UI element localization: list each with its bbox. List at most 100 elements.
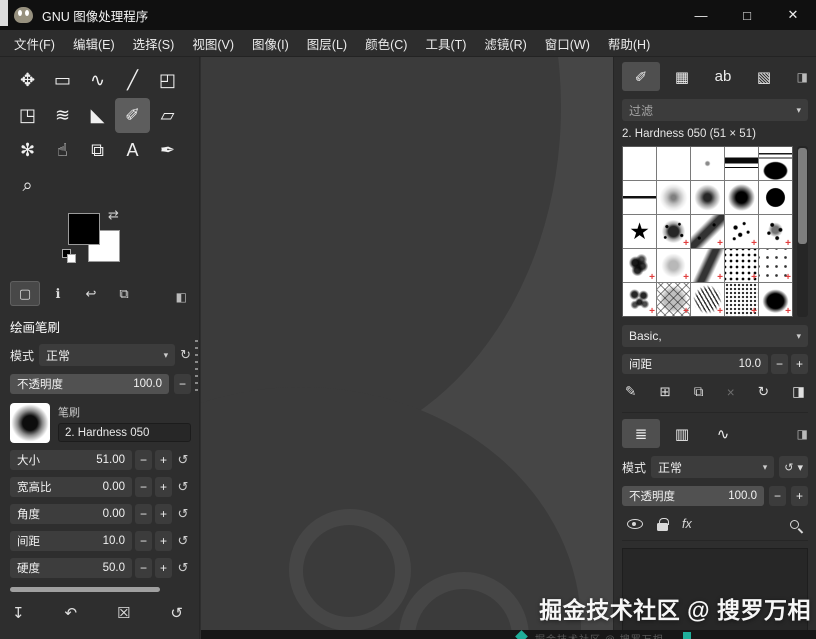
horizontal-scrollbar[interactable] <box>10 587 191 592</box>
duplicate-brush-button[interactable]: ⧉ <box>694 384 704 400</box>
reset-tool-button[interactable]: ↺ <box>170 604 183 622</box>
warp-tool[interactable]: ≋ <box>45 98 80 133</box>
tab-fonts[interactable]: ab <box>704 62 742 91</box>
reset-option-button[interactable]: ↺ <box>175 533 191 549</box>
brush-item[interactable] <box>725 215 758 248</box>
brush-item[interactable] <box>759 215 792 248</box>
brush-item[interactable] <box>725 181 758 214</box>
increment-button[interactable]: + <box>155 477 172 497</box>
decrement-button[interactable]: − <box>135 477 152 497</box>
brush-item[interactable] <box>623 181 656 214</box>
menu-item[interactable]: 图层(L) <box>298 30 356 57</box>
scrollbar-thumb[interactable] <box>798 148 807 244</box>
layer-effects-button[interactable]: fx <box>682 517 692 531</box>
increment-button[interactable]: + <box>155 558 172 578</box>
mode-reset-button[interactable]: ↻ <box>180 347 191 363</box>
menu-item[interactable]: 编辑(E) <box>64 30 124 57</box>
brush-item[interactable] <box>759 283 792 316</box>
clone-tool[interactable]: ⧉ <box>80 133 115 168</box>
menu-item[interactable]: 文件(F) <box>5 30 64 57</box>
brush-preview[interactable] <box>10 403 50 443</box>
decrement-button[interactable]: − <box>135 558 152 578</box>
menu-item[interactable]: 帮助(H) <box>599 30 659 57</box>
increment-button[interactable]: + <box>155 504 172 524</box>
crop-tool[interactable]: ◰ <box>150 63 185 98</box>
brush-item[interactable] <box>657 283 690 316</box>
vertical-scrollbar[interactable] <box>797 146 808 317</box>
brush-item[interactable] <box>691 283 724 316</box>
restore-preset-button[interactable]: ↶ <box>65 604 78 622</box>
brush-spacing-slider[interactable]: 间距 10.0 <box>622 354 768 374</box>
brush-item[interactable] <box>623 249 656 282</box>
tab-undo-history[interactable]: ↩ <box>76 281 106 306</box>
brush-item[interactable] <box>623 283 656 316</box>
new-brush-button[interactable]: ⊞ <box>659 384 670 400</box>
smudge-tool[interactable]: ☝ <box>45 133 80 168</box>
menu-item[interactable]: 图像(I) <box>243 30 298 57</box>
brush-tag-select[interactable]: Basic, ▾ <box>622 325 808 347</box>
ink-tool[interactable]: ✒ <box>150 133 185 168</box>
opacity-decrement-button[interactable]: − <box>174 374 191 394</box>
lock-icon[interactable] <box>657 523 668 531</box>
dock-menu-button[interactable]: ◧ <box>176 290 187 304</box>
decrement-button[interactable]: − <box>135 504 152 524</box>
brush-item[interactable] <box>691 147 724 180</box>
opacity-slider[interactable]: 不透明度 100.0 <box>10 374 169 394</box>
tab-device-status[interactable]: ℹ <box>43 281 73 306</box>
minimize-button[interactable]: — <box>678 0 724 30</box>
tab-paths[interactable]: ∿ <box>704 419 742 448</box>
menu-item[interactable]: 窗口(W) <box>536 30 599 57</box>
brush-item[interactable] <box>725 147 758 180</box>
brush-item[interactable] <box>725 283 758 316</box>
option-slider[interactable]: 角度 0.00 <box>10 504 132 524</box>
increment-button[interactable]: + <box>155 531 172 551</box>
dock-menu-button[interactable]: ◨ <box>797 70 808 84</box>
edit-brush-button[interactable]: ✎ <box>625 384 636 400</box>
dock-menu-button[interactable]: ◨ <box>797 427 808 441</box>
airbrush-tool[interactable]: ✻ <box>10 133 45 168</box>
reset-option-button[interactable]: ↺ <box>175 560 191 576</box>
zoom-tool[interactable]: ⌕ <box>10 168 45 203</box>
brush-item[interactable]: ★ <box>623 215 656 248</box>
tab-layers[interactable]: ≣ <box>622 419 660 448</box>
option-slider[interactable]: 间距 10.0 <box>10 531 132 551</box>
default-colors-icon[interactable] <box>62 249 80 267</box>
decrement-button[interactable]: − <box>135 531 152 551</box>
decrement-button[interactable]: − <box>135 450 152 470</box>
brush-item[interactable] <box>657 147 690 180</box>
brush-item[interactable] <box>759 181 792 214</box>
reset-option-button[interactable]: ↺ <box>175 506 191 522</box>
move-tool[interactable]: ✥ <box>10 63 45 98</box>
brush-filter-input[interactable]: 过滤 ▾ <box>622 99 808 121</box>
measure-tool[interactable]: ╱ <box>115 63 150 98</box>
bucket-fill-tool[interactable]: ◣ <box>80 98 115 133</box>
layer-mode-select[interactable]: 正常 ▾ <box>651 456 774 478</box>
brush-item[interactable] <box>657 249 690 282</box>
brush-item[interactable] <box>691 249 724 282</box>
brush-item[interactable] <box>725 249 758 282</box>
reset-option-button[interactable]: ↺ <box>175 479 191 495</box>
menu-item[interactable]: 视图(V) <box>183 30 243 57</box>
refresh-brushes-button[interactable]: ↻ <box>758 384 769 400</box>
tab-tool-options[interactable]: ▢ <box>10 281 40 306</box>
menu-item[interactable]: 选择(S) <box>124 30 184 57</box>
reset-option-button[interactable]: ↺ <box>175 452 191 468</box>
maximize-button[interactable]: □ <box>724 0 770 30</box>
mode-select[interactable]: 正常 ▾ <box>39 344 175 366</box>
layer-opacity-decrement-button[interactable]: − <box>769 486 786 506</box>
spacing-increment-button[interactable]: + <box>791 354 808 374</box>
search-icon[interactable] <box>790 520 799 529</box>
layer-opacity-increment-button[interactable]: + <box>791 486 808 506</box>
visibility-eye-icon[interactable] <box>627 519 643 529</box>
text-tool[interactable]: A <box>115 133 150 168</box>
brush-item[interactable] <box>691 181 724 214</box>
brush-name-field[interactable]: 2. Hardness 050 <box>58 423 191 442</box>
tab-brushes[interactable]: ✐ <box>622 62 660 91</box>
free-select-tool[interactable]: ∿ <box>80 63 115 98</box>
option-slider[interactable]: 宽高比 0.00 <box>10 477 132 497</box>
brush-item[interactable] <box>691 215 724 248</box>
tab-patterns[interactable]: ▦ <box>663 62 701 91</box>
eraser-tool[interactable]: ▱ <box>150 98 185 133</box>
tab-channels[interactable]: ▥ <box>663 419 701 448</box>
swap-colors-icon[interactable]: ⇄ <box>108 207 119 223</box>
